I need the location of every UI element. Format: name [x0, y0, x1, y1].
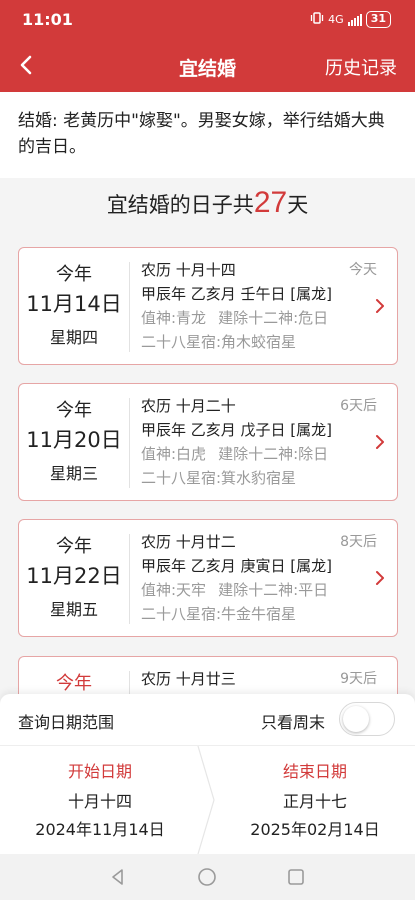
day-weekday: 星期五 [49, 600, 98, 619]
chevron-right-icon [373, 296, 387, 316]
end-date-label: 结束日期 [282, 762, 347, 781]
end-date-lunar: 正月十七 [282, 792, 347, 811]
status-bar: 11:01 4G 31 [0, 0, 415, 40]
day-ganzhi: 甲辰年 乙亥月 庚寅日 [属龙] [141, 557, 333, 575]
weekend-label: 只看周末 [260, 713, 325, 732]
day-lunar: 农历 十月廿二 [141, 533, 236, 551]
day-card[interactable]: 今年 11月14日 星期四 农历 十月十四 今天 甲辰年 乙亥月 壬午日 [属龙]… [18, 247, 398, 365]
day-year: 今年 [56, 673, 92, 694]
day-jianchu: 建除十二神:平日 [218, 581, 329, 599]
day-ganzhi: 甲辰年 乙亥月 壬午日 [属龙] [141, 285, 333, 303]
end-date[interactable]: 结束日期 正月十七 2025年02月14日 [215, 746, 415, 854]
day-zhishen: 值神:青龙 [141, 309, 207, 327]
day-year: 今年 [56, 400, 92, 421]
divider [129, 398, 130, 488]
day-info: 农历 十月廿三 9天后 [141, 667, 377, 691]
day-jianchu: 建除十二神:危日 [218, 309, 329, 327]
start-date[interactable]: 开始日期 十月十四 2024年11月14日 [0, 746, 200, 854]
toggle-knob [343, 706, 369, 732]
range-label: 查询日期范围 [18, 713, 115, 732]
day-xiu: 二十八星宿:牛金牛宿星 [141, 605, 297, 623]
divider [129, 534, 130, 624]
vibrate-icon [310, 12, 324, 27]
nav-recents-icon[interactable] [286, 867, 306, 887]
end-date-solar: 2025年02月14日 [250, 820, 380, 839]
system-nav-bar [0, 854, 415, 900]
day-relative: 8天后 [340, 534, 377, 550]
day-weekday: 星期三 [49, 464, 98, 483]
day-date: 11月22日 [26, 564, 122, 588]
day-relative: 9天后 [340, 671, 377, 687]
range-row: 查询日期范围 只看周末 [0, 694, 415, 746]
query-panel: 查询日期范围 只看周末 开始日期 十月十四 2024年11月14日 结束日期 正… [0, 694, 415, 855]
top-bar: 11:01 4G 31 宜结婚 历史记录 [0, 0, 415, 92]
chevron-right-icon [373, 568, 387, 588]
signal-icon [347, 13, 362, 26]
start-date-label: 开始日期 [67, 762, 132, 781]
day-zhishen: 值神:天牢 [141, 581, 207, 599]
app-bar: 宜结婚 历史记录 [0, 44, 415, 90]
day-card[interactable]: 今年 11月22日 星期五 农历 十月廿二 8天后 甲辰年 乙亥月 庚寅日 [属龙… [18, 519, 398, 637]
day-card[interactable]: 今年 11月20日 星期三 农历 十月二十 6天后 甲辰年 乙亥月 戊子日 [属龙… [18, 383, 398, 501]
start-date-solar: 2024年11月14日 [35, 820, 165, 839]
day-info: 农历 十月二十 6天后 甲辰年 乙亥月 戊子日 [属龙] 值神:白虎 建除十二神:除… [141, 394, 377, 490]
divider [129, 262, 130, 352]
history-button[interactable]: 历史记录 [325, 54, 397, 80]
day-xiu: 二十八星宿:箕水豹宿星 [141, 469, 297, 487]
day-relative: 6天后 [340, 398, 377, 414]
day-date-block: 今年 11月22日 星期五 [19, 520, 129, 638]
day-date: 11月14日 [26, 292, 122, 316]
weekend-toggle[interactable] [339, 702, 395, 736]
date-range: 开始日期 十月十四 2024年11月14日 结束日期 正月十七 2025年02月… [0, 745, 415, 855]
day-year: 今年 [56, 536, 92, 557]
day-xiu: 二十八星宿:角木蛟宿星 [141, 333, 297, 351]
status-time: 11:01 [22, 10, 73, 29]
day-info: 农历 十月廿二 8天后 甲辰年 乙亥月 庚寅日 [属龙] 值神:天牢 建除十二神:平… [141, 530, 377, 626]
day-year: 今年 [56, 264, 92, 285]
day-lunar: 农历 十月廿三 [141, 670, 236, 688]
headline-count: 27 [253, 186, 288, 219]
day-lunar: 农历 十月二十 [141, 397, 236, 415]
chevron-right-icon [373, 432, 387, 452]
day-info: 农历 十月十四 今天 甲辰年 乙亥月 壬午日 [属龙] 值神:青龙 建除十二神:危日… [141, 258, 377, 354]
status-icons: 4G 31 [310, 11, 391, 28]
start-date-lunar: 十月十四 [67, 792, 132, 811]
day-weekday: 星期四 [49, 328, 98, 347]
day-lunar: 农历 十月十四 [141, 261, 236, 279]
day-date-block: 今年 11月14日 星期四 [19, 248, 129, 366]
day-jianchu: 建除十二神:除日 [218, 445, 329, 463]
day-date-block: 今年 11月20日 星期三 [19, 384, 129, 502]
day-relative: 今天 [349, 262, 377, 278]
day-zhishen: 值神:白虎 [141, 445, 207, 463]
nav-back-icon[interactable] [108, 867, 128, 887]
headline-prefix: 宜结婚的日子共 [106, 193, 254, 217]
headline-suffix: 天 [287, 193, 309, 217]
battery-icon: 31 [365, 11, 391, 28]
result-headline: 宜结婚的日子共27天 [0, 186, 415, 220]
day-date: 11月20日 [26, 428, 122, 452]
signal-type: 4G [328, 13, 344, 26]
nav-home-icon[interactable] [197, 867, 217, 887]
day-ganzhi: 甲辰年 乙亥月 戊子日 [属龙] [141, 421, 333, 439]
description: 结婚: 老黄历中"嫁娶"。男娶女嫁，举行结婚大典的吉日。 [0, 92, 415, 178]
